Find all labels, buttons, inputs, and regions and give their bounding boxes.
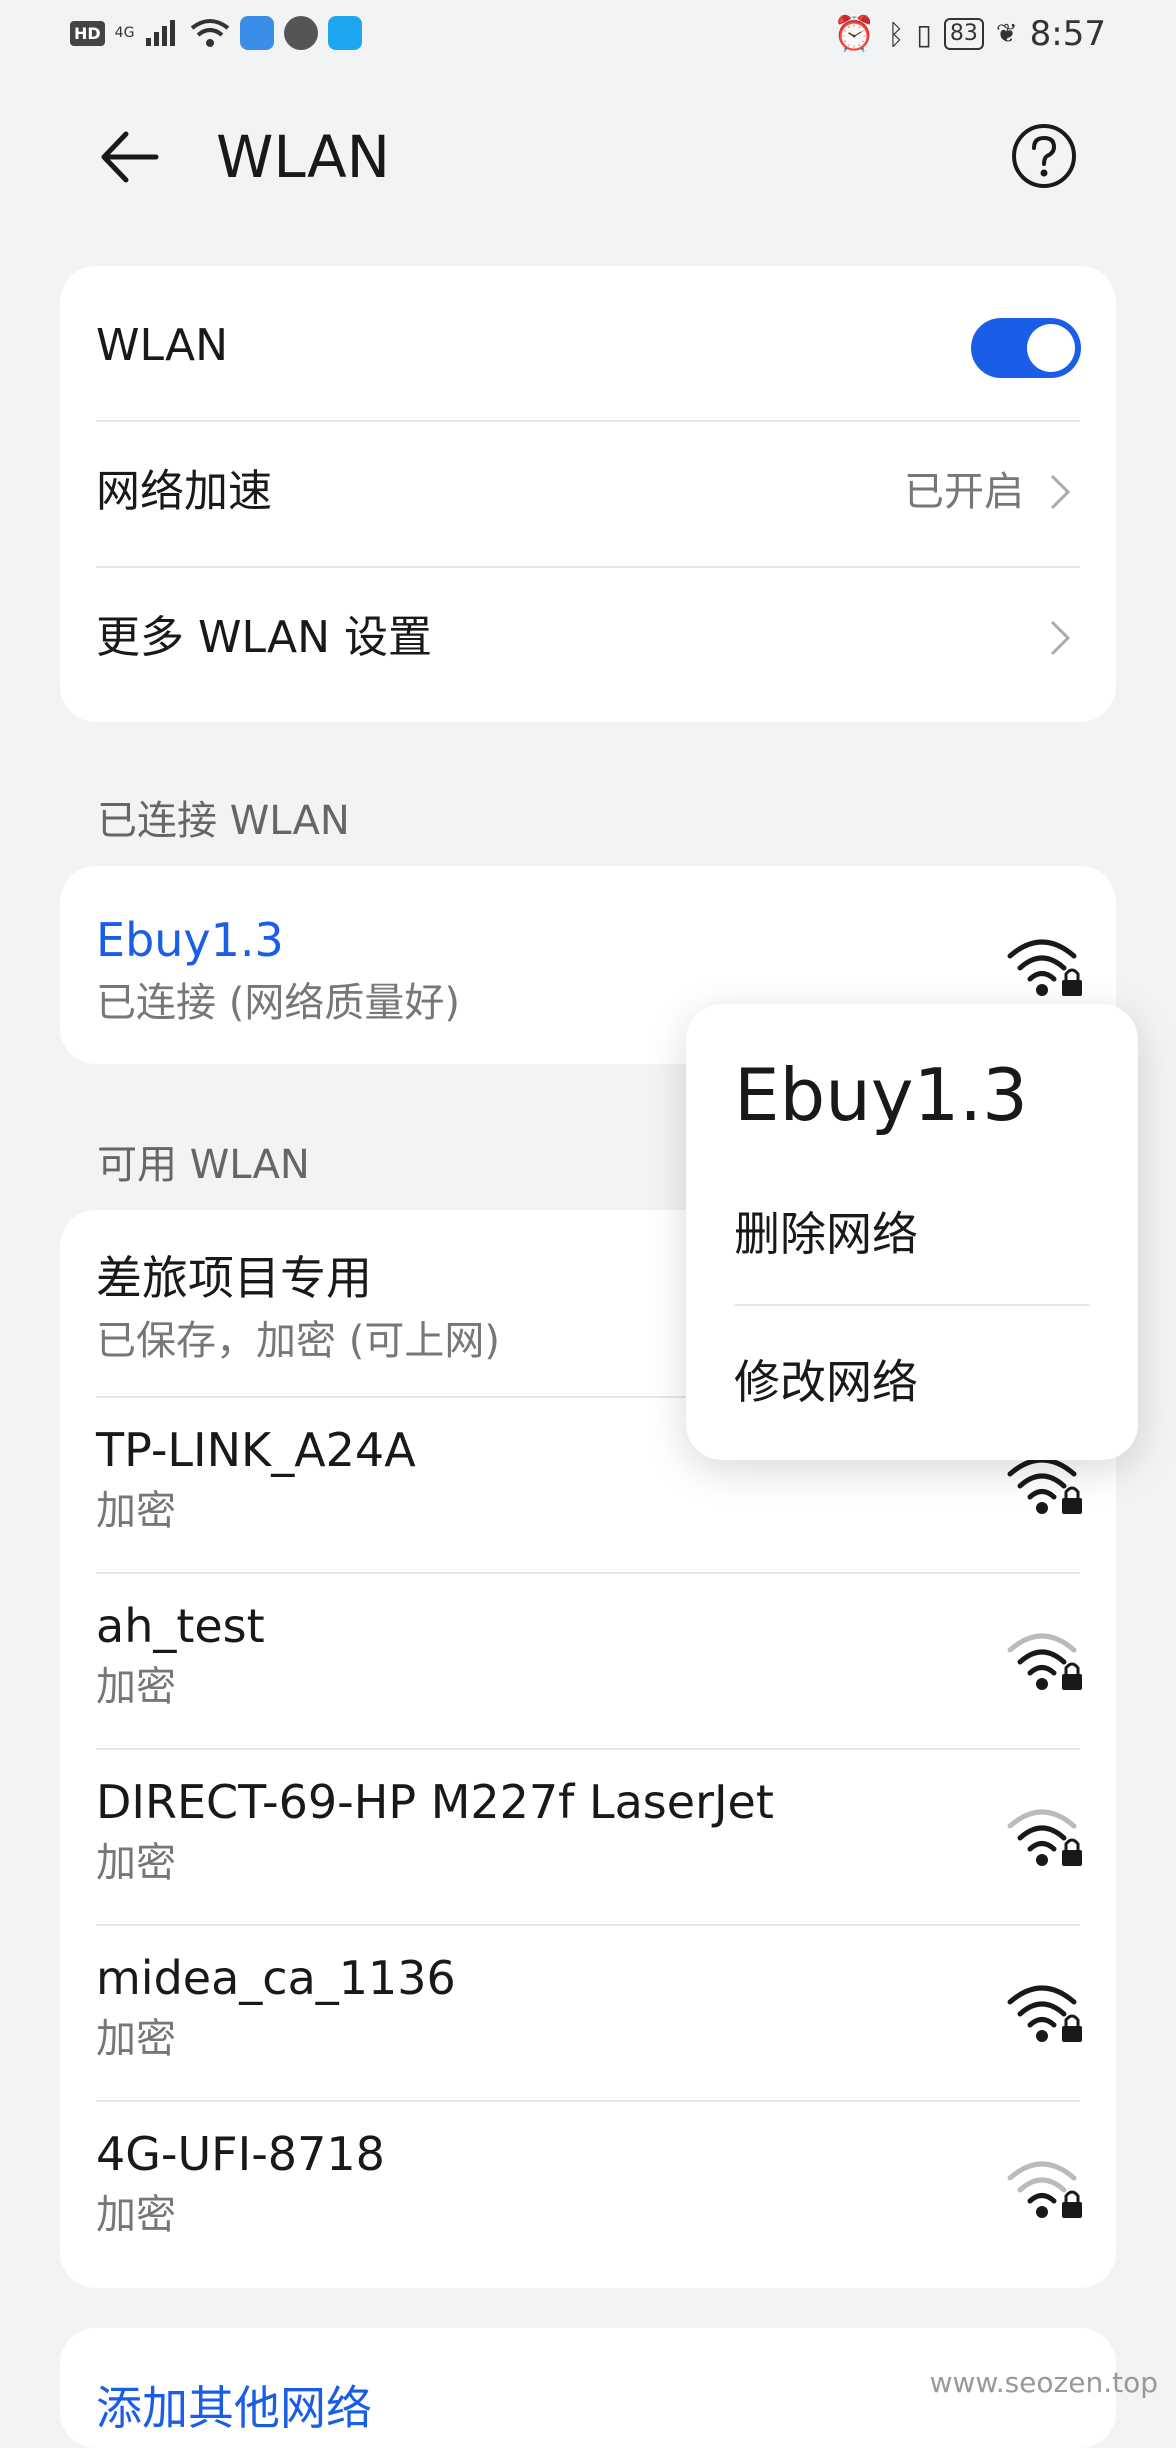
status-bar: HD 4G ⏰ ᛒ ▯ 83 ❦ 8:57 [0, 0, 1176, 72]
network-row[interactable]: midea_ca_1136 加密 [96, 1926, 1080, 2100]
network-row[interactable]: ah_test 加密 [96, 1574, 1080, 1748]
hd-badge: HD [70, 20, 105, 46]
vibrate-icon: ▯ [916, 17, 932, 51]
wlan-toggle[interactable] [971, 318, 1081, 378]
wifi-status-icon [191, 19, 230, 47]
toggle-knob [1027, 324, 1075, 372]
wifi-lock-icon [1007, 1457, 1082, 1514]
network-status: 加密 [96, 2016, 176, 2062]
chevron-right-icon [1050, 620, 1071, 656]
network-name: ah_test [96, 1599, 265, 1653]
network-name: midea_ca_1136 [96, 1951, 456, 2005]
add-other-network-label: 添加其他网络 [96, 2381, 372, 2435]
divider [734, 1304, 1090, 1306]
wifi-lock-icon [1007, 1985, 1082, 2042]
bluetooth-icon: ᛒ [887, 17, 905, 51]
wlan-label: WLAN [96, 320, 229, 371]
popup-title: Ebuy1.3 [734, 1053, 1028, 1137]
leaf-icon: ❦ [995, 19, 1018, 49]
app-notification-icon [284, 16, 319, 50]
settings-card: WLAN 网络加速 已开启 更多 WLAN 设置 [60, 266, 1116, 722]
more-wlan-settings-row[interactable]: 更多 WLAN 设置 [96, 568, 1080, 712]
network-context-menu: Ebuy1.3 删除网络 修改网络 [686, 1004, 1138, 1460]
alarm-icon: ⏰ [833, 14, 876, 54]
search-app-icon [328, 16, 363, 50]
modify-network-option[interactable]: 修改网络 [734, 1352, 918, 1412]
chevron-right-icon [1050, 474, 1071, 510]
network-name: 差旅项目专用 [96, 1251, 372, 1305]
network-name: TP-LINK_A24A [96, 1423, 416, 1477]
clock: 8:57 [1029, 14, 1106, 54]
connected-network-status: 已连接 (网络质量好) [96, 980, 460, 1026]
battery-indicator: 83 [943, 18, 984, 50]
wifi-lock-icon [1007, 1633, 1082, 1690]
network-status: 加密 [96, 1664, 176, 1710]
acceleration-value: 已开启 [904, 469, 1024, 515]
wlan-toggle-row[interactable]: WLAN [96, 266, 1080, 410]
watermark: www.seozen.top [929, 2366, 1158, 2399]
connected-network-name: Ebuy1.3 [96, 913, 284, 967]
help-icon[interactable] [1010, 122, 1078, 190]
network-status: 加密 [96, 1840, 176, 1886]
page-title: WLAN [216, 123, 391, 191]
network-status: 加密 [96, 1488, 176, 1534]
wifi-lock-icon [1007, 939, 1082, 996]
network-acceleration-row[interactable]: 网络加速 已开启 [96, 422, 1080, 566]
wifi-lock-icon [1007, 2161, 1082, 2218]
network-row[interactable]: DIRECT-69-HP M227f LaserJet 加密 [96, 1750, 1080, 1924]
more-settings-label: 更多 WLAN 设置 [96, 612, 433, 663]
back-arrow-icon[interactable] [96, 122, 166, 192]
app-header: WLAN [0, 100, 1176, 220]
acceleration-label: 网络加速 [96, 466, 272, 517]
cell-signal-icon [146, 20, 176, 46]
network-row[interactable]: 4G-UFI-8718 加密 [96, 2102, 1080, 2276]
app-notification-icon [240, 16, 275, 50]
status-right: ⏰ ᛒ ▯ 83 ❦ 8:57 [833, 14, 1106, 54]
wifi-lock-icon [1007, 1809, 1082, 1866]
network-name: DIRECT-69-HP M227f LaserJet [96, 1775, 774, 1829]
network-type: 4G [114, 25, 135, 41]
delete-network-option[interactable]: 删除网络 [734, 1204, 918, 1264]
network-status: 加密 [96, 2192, 176, 2238]
network-name: 4G-UFI-8718 [96, 2127, 385, 2181]
network-status: 已保存，加密 (可上网) [96, 1318, 500, 1364]
connected-section-title: 已连接 WLAN [97, 798, 350, 844]
available-section-title: 可用 WLAN [97, 1142, 310, 1188]
status-left: HD 4G [70, 16, 363, 50]
